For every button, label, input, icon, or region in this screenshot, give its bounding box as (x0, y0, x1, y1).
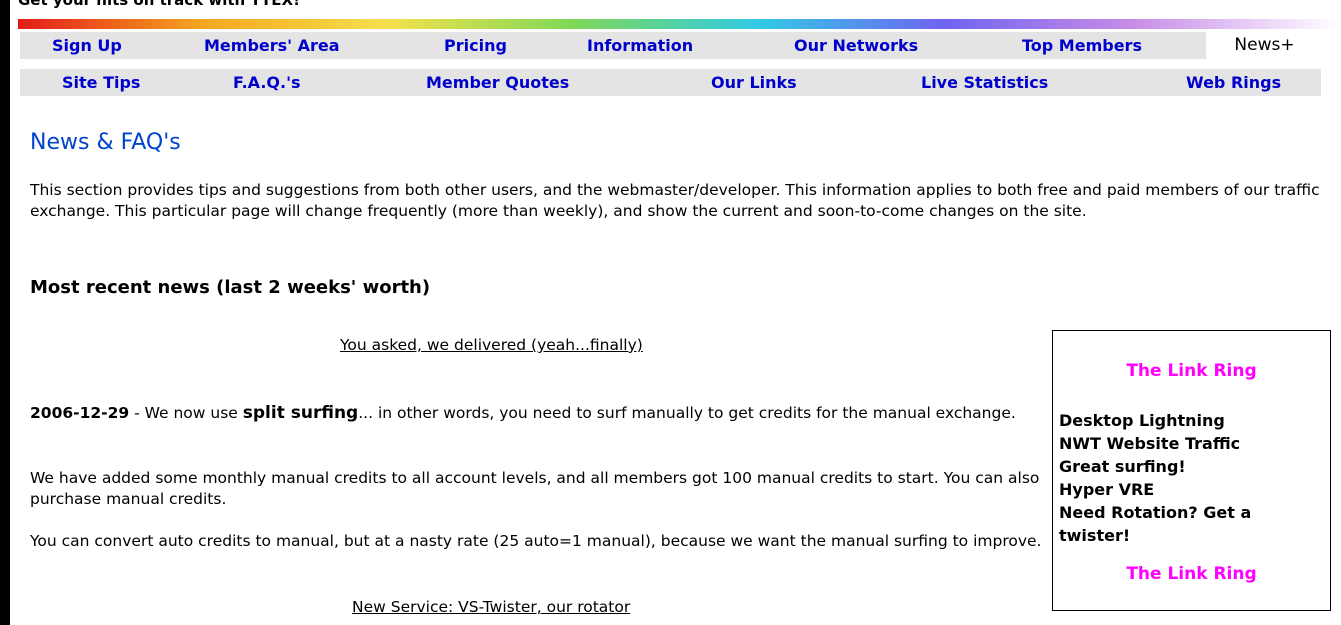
link-ring-list: Desktop Lightning NWT Website Traffic Gr… (1059, 409, 1327, 547)
news-paragraph-2: We have added some monthly manual credit… (30, 469, 1040, 508)
page-title: News & FAQ's (30, 130, 181, 155)
link-ring-title-top[interactable]: The Link Ring (1053, 361, 1330, 381)
rainbow-divider (18, 19, 1341, 29)
nav-top-members[interactable]: Top Members (1022, 32, 1142, 59)
link-ring-item[interactable]: Desktop Lightning (1059, 409, 1327, 432)
page: Get your hits on track with TTEX! Sign U… (18, 0, 1341, 625)
nav-sign-up[interactable]: Sign Up (52, 32, 122, 59)
nav-site-tips[interactable]: Site Tips (62, 69, 140, 96)
nav-members-area[interactable]: Members' Area (204, 32, 340, 59)
nav-row-1: Sign Up Members' Area Pricing Informatio… (20, 32, 1321, 59)
section-heading: Most recent news (last 2 weeks' worth) (30, 277, 431, 298)
nav-faqs[interactable]: F.A.Q.'s (233, 69, 301, 96)
nav-live-statistics[interactable]: Live Statistics (921, 69, 1048, 96)
nav-pricing[interactable]: Pricing (444, 32, 507, 59)
link-ring-item[interactable]: Hyper VRE (1059, 478, 1327, 501)
news-headline-link-2[interactable]: New Service: VS-Twister, our rotator (352, 598, 630, 616)
nav-member-quotes[interactable]: Member Quotes (426, 69, 569, 96)
nav-information[interactable]: Information (587, 32, 693, 59)
nav-our-networks[interactable]: Our Networks (794, 32, 918, 59)
nav-row-2: Site Tips F.A.Q.'s Member Quotes Our Lin… (20, 69, 1321, 96)
link-ring-box: The Link Ring Desktop Lightning NWT Webs… (1052, 330, 1331, 611)
news-paragraph-3: You can convert auto credits to manual, … (30, 532, 1042, 550)
nav-web-rings[interactable]: Web Rings (1186, 69, 1281, 96)
news-text-pre: - We now use (129, 404, 243, 422)
news-keyword: split surfing (242, 403, 359, 423)
news-headline-link-1[interactable]: You asked, we delivered (yeah...finally) (340, 336, 643, 354)
nav-our-links[interactable]: Our Links (711, 69, 797, 96)
link-ring-title-bottom[interactable]: The Link Ring (1053, 564, 1330, 584)
link-ring-item[interactable]: Great surfing! (1059, 455, 1327, 478)
link-ring-item[interactable]: NWT Website Traffic (1059, 432, 1327, 455)
left-border (0, 0, 10, 625)
link-ring-item[interactable]: Need Rotation? Get a twister! (1059, 501, 1327, 547)
top-banner: Get your hits on track with TTEX! (18, 0, 300, 9)
news-text-post: ... in other words, you need to surf man… (358, 404, 1016, 422)
news-date: 2006-12-29 (30, 404, 130, 422)
intro-paragraph: This section provides tips and suggestio… (30, 181, 1320, 220)
news-paragraph-1: 2006-12-29 - We now use split surfing...… (30, 403, 1060, 424)
nav-news-tab-active[interactable]: News+ (1208, 32, 1321, 59)
